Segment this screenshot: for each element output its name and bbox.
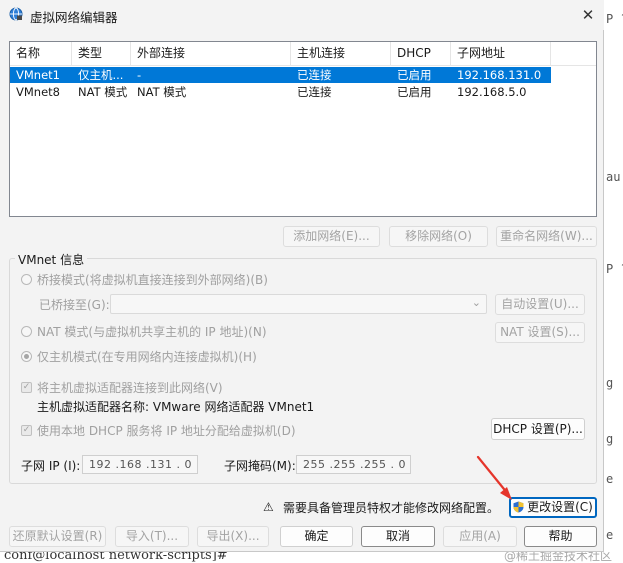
subnet-mask-input[interactable]: 255 .255 .255 . 0: [296, 455, 411, 474]
auto-settings-button[interactable]: 自动设置(U)...: [495, 294, 585, 315]
cell-dhcp: 已启用: [397, 85, 432, 99]
add-network-button[interactable]: 添加网络(E)...: [283, 226, 380, 247]
title-bar[interactable]: 虚拟网络编辑器 ✕: [0, 0, 604, 30]
vmnet-info-group: [9, 258, 597, 484]
cell-name: VMnet1: [16, 68, 60, 82]
column-header-subnet[interactable]: 子网地址: [451, 42, 551, 65]
vmnet-info-label: VMnet 信息: [15, 251, 88, 268]
subnet-mask-label: 子网掩码(M):: [224, 459, 296, 473]
nat-mode-radio[interactable]: [21, 326, 32, 337]
adapter-name-text: 主机虚拟适配器名称: VMware 网络适配器 VMnet1: [37, 400, 315, 414]
cancel-button[interactable]: 取消: [361, 526, 435, 547]
bridge-mode-label: 桥接模式(将虚拟机直接连接到外部网络)(B): [37, 273, 268, 287]
terminal-fragment: e: [606, 528, 614, 542]
change-settings-button[interactable]: 更改设置(C): [509, 497, 597, 518]
nat-settings-button[interactable]: NAT 设置(S)...: [495, 322, 585, 343]
connect-adapter-checkbox[interactable]: ✓: [21, 382, 32, 393]
subnet-ip-input[interactable]: 192 .168 .131 . 0: [82, 455, 198, 474]
host-only-mode-label: 仅主机模式(在专用网络内连接虚拟机)(H): [37, 350, 257, 364]
terminal-fragment: g: [606, 432, 614, 446]
apply-button[interactable]: 应用(A): [443, 526, 517, 547]
cell-type: NAT 模式: [78, 85, 128, 99]
cell-dhcp: 已启用: [397, 68, 432, 82]
network-globe-icon: [9, 7, 23, 21]
bridged-to-label: 已桥接至(G):: [39, 298, 110, 312]
cell-external: NAT 模式: [137, 85, 187, 99]
table-row[interactable]: VMnet1 仅主机... - 已连接 已启用 192.168.131.0: [10, 67, 551, 83]
admin-notice-text: 需要具备管理员特权才能修改网络配置。: [283, 501, 500, 515]
watermark: @稀土掘金技术社区: [504, 552, 613, 563]
export-button[interactable]: 导出(X)...: [197, 526, 269, 547]
table-row[interactable]: VMnet8 NAT 模式 NAT 模式 已连接 已启用 192.168.5.0: [10, 84, 551, 100]
window-title: 虚拟网络编辑器: [30, 10, 118, 25]
column-header-external[interactable]: 外部连接: [131, 42, 291, 65]
help-button[interactable]: 帮助: [524, 526, 597, 547]
cell-subnet: 192.168.5.0: [457, 85, 527, 99]
terminal-fragment: au: [606, 170, 621, 184]
column-header-dhcp[interactable]: DHCP: [391, 42, 451, 65]
close-button[interactable]: ✕: [576, 4, 600, 26]
nat-mode-label: NAT 模式(与虚拟机共享主机的 IP 地址)(N): [37, 325, 267, 339]
use-dhcp-checkbox[interactable]: ✓: [21, 425, 32, 436]
cell-external: -: [137, 68, 142, 82]
bridge-mode-radio[interactable]: [21, 274, 32, 285]
network-list[interactable]: 名称 类型 外部连接 主机连接 DHCP 子网地址 VMnet1 仅主机... …: [9, 41, 597, 217]
restore-defaults-button[interactable]: 还原默认设置(R): [9, 526, 106, 547]
terminal-fragment: e: [606, 472, 614, 486]
cell-type: 仅主机...: [78, 68, 124, 82]
change-settings-label: 更改设置(C): [527, 500, 593, 514]
column-header-host[interactable]: 主机连接: [291, 42, 391, 65]
background-terminal-right: P ? au P ? g g e e: [604, 0, 623, 563]
terminal-fragment: P ?: [606, 12, 623, 26]
terminal-prompt: conf@localhost network-scripts]#: [4, 552, 228, 563]
rename-network-button[interactable]: 重命名网络(W)...: [496, 226, 597, 247]
cell-name: VMnet8: [16, 85, 60, 99]
list-header: 名称 类型 外部连接 主机连接 DHCP 子网地址: [10, 42, 596, 66]
column-header-name[interactable]: 名称: [10, 42, 72, 65]
terminal-fragment: P ?: [606, 262, 623, 276]
background-terminal-bottom: conf@localhost network-scripts]# @稀土掘金技术…: [0, 552, 623, 563]
import-button[interactable]: 导入(T)...: [115, 526, 189, 547]
connect-adapter-label: 将主机虚拟适配器连接到此网络(V): [37, 381, 223, 395]
ok-button[interactable]: 确定: [280, 526, 353, 547]
bridged-to-select[interactable]: ⌄: [110, 294, 487, 314]
host-only-mode-radio[interactable]: [21, 351, 32, 362]
virtual-network-editor-dialog: 虚拟网络编辑器 ✕ 名称 类型 外部连接 主机连接 DHCP 子网地址 VMne…: [0, 0, 604, 552]
chevron-down-icon: ⌄: [471, 296, 481, 309]
uac-shield-icon: [513, 501, 524, 513]
column-header-type[interactable]: 类型: [72, 42, 131, 65]
use-dhcp-label: 使用本地 DHCP 服务将 IP 地址分配给虚拟机(D): [37, 424, 296, 438]
remove-network-button[interactable]: 移除网络(O): [389, 226, 488, 247]
terminal-fragment: g: [606, 376, 614, 390]
dhcp-settings-button[interactable]: DHCP 设置(P)...: [491, 418, 585, 440]
cell-host: 已连接: [297, 68, 332, 82]
cell-subnet: 192.168.131.0: [457, 68, 542, 82]
warning-icon: ⚠: [263, 500, 274, 514]
subnet-ip-label: 子网 IP (I):: [21, 459, 81, 473]
cell-host: 已连接: [297, 85, 332, 99]
